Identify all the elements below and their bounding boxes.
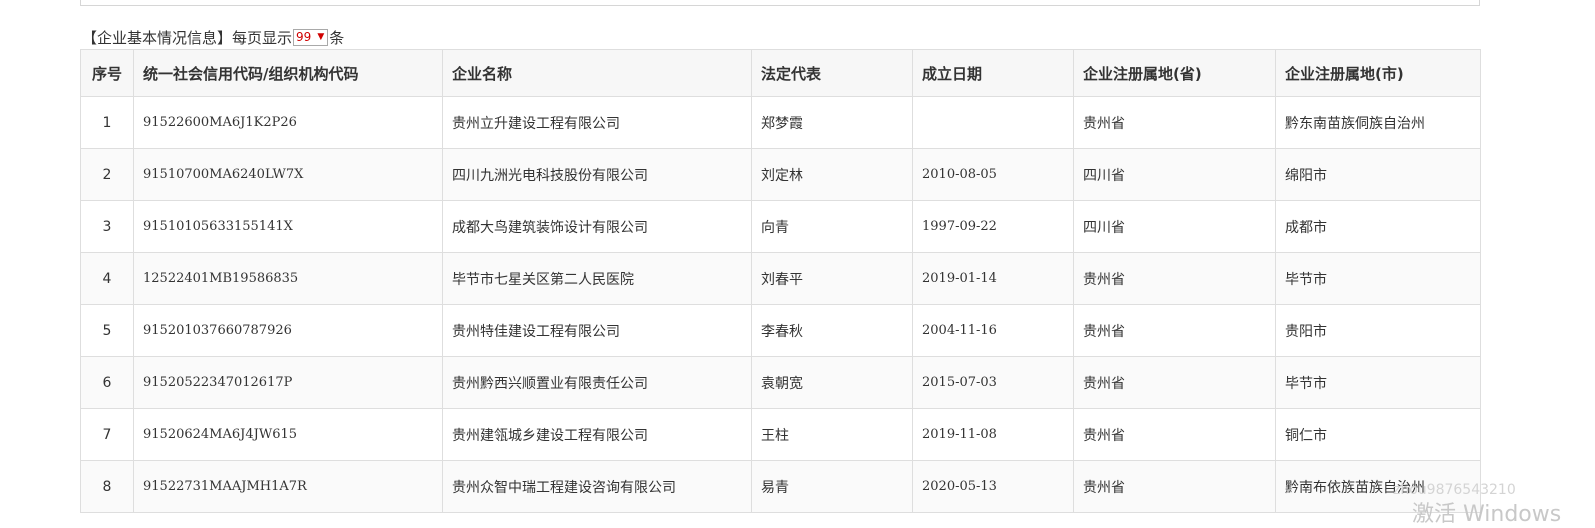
table-row: 8 91522731MAAJMH1A7R 贵州众智中瑞工程建设咨询有限公司 易青… <box>80 460 1481 513</box>
cell-province: 贵州省 <box>1073 356 1276 409</box>
cell-index: 1 <box>80 96 134 149</box>
cell-company-name: 毕节市七星关区第二人民医院 <box>442 252 752 305</box>
cell-province: 贵州省 <box>1073 96 1276 149</box>
per-page-value: 99 <box>296 30 312 44</box>
cell-credit-code: 91520522347012617P <box>133 356 443 409</box>
table-row: 1 91522600MA6J1K2P26 贵州立升建设工程有限公司 郑梦霞 贵州… <box>80 96 1481 149</box>
cell-province: 贵州省 <box>1073 304 1276 357</box>
cell-city: 毕节市 <box>1275 252 1481 305</box>
table-row: 5 915201037660787926 贵州特佳建设工程有限公司 李春秋 20… <box>80 304 1481 357</box>
cell-founded-date: 1997-09-22 <box>912 200 1074 253</box>
cell-province: 四川省 <box>1073 148 1276 201</box>
per-page-select[interactable]: 99 ▼ <box>293 28 329 46</box>
cell-credit-code: 12522401MB19586835 <box>133 252 443 305</box>
cell-legal-rep: 王柱 <box>751 408 913 461</box>
cell-legal-rep: 郑梦霞 <box>751 96 913 149</box>
cell-city: 贵阳市 <box>1275 304 1481 357</box>
cell-legal-rep: 刘春平 <box>751 252 913 305</box>
per-page-suffix: 条 <box>329 28 345 47</box>
cell-index: 5 <box>80 304 134 357</box>
cell-founded-date: 2015-07-03 <box>912 356 1074 409</box>
cell-founded-date: 2004-11-16 <box>912 304 1074 357</box>
cell-legal-rep: 袁朝宽 <box>751 356 913 409</box>
cell-company-name: 贵州建瓴城乡建设工程有限公司 <box>442 408 752 461</box>
table-row: 7 91520624MA6J4JW615 贵州建瓴城乡建设工程有限公司 王柱 2… <box>80 408 1481 461</box>
cell-credit-code: 91522731MAAJMH1A7R <box>133 460 443 513</box>
cell-founded-date: 2019-01-14 <box>912 252 1074 305</box>
cell-credit-code: 91520624MA6J4JW615 <box>133 408 443 461</box>
table-header-row: 序号 统一社会信用代码/组织机构代码 企业名称 法定代表 成立日期 企业注册属地… <box>80 49 1481 97</box>
top-panel-border <box>80 0 1480 6</box>
table-row: 2 91510700MA6240LW7X 四川九洲光电科技股份有限公司 刘定林 … <box>80 148 1481 201</box>
cell-province: 贵州省 <box>1073 408 1276 461</box>
header-credit-code: 统一社会信用代码/组织机构代码 <box>133 49 443 97</box>
table-row: 4 12522401MB19586835 毕节市七星关区第二人民医院 刘春平 2… <box>80 252 1481 305</box>
cell-city: 黔南布依族苗族自治州 <box>1275 460 1481 513</box>
table-row: 6 91520522347012617P 贵州黔西兴顺置业有限责任公司 袁朝宽 … <box>80 356 1481 409</box>
cell-index: 7 <box>80 408 134 461</box>
header-founded-date: 成立日期 <box>912 49 1074 97</box>
cell-city: 成都市 <box>1275 200 1481 253</box>
dropdown-arrow-icon: ▼ <box>317 32 325 42</box>
cell-city: 黔东南苗族侗族自治州 <box>1275 96 1481 149</box>
cell-company-name: 贵州特佳建设工程有限公司 <box>442 304 752 357</box>
cell-legal-rep: 向青 <box>751 200 913 253</box>
cell-legal-rep: 易青 <box>751 460 913 513</box>
cell-city: 毕节市 <box>1275 356 1481 409</box>
caption-title: 【企业基本情况信息】 <box>82 28 233 47</box>
cell-index: 2 <box>80 148 134 201</box>
cell-founded-date: 2020-05-13 <box>912 460 1074 513</box>
cell-founded-date: 2019-11-08 <box>912 408 1074 461</box>
table-row: 3 91510105633155141X 成都大鸟建筑装饰设计有限公司 向青 1… <box>80 200 1481 253</box>
cell-founded-date: 2010-08-05 <box>912 148 1074 201</box>
cell-credit-code: 915201037660787926 <box>133 304 443 357</box>
cell-company-name: 贵州立升建设工程有限公司 <box>442 96 752 149</box>
cell-credit-code: 91510105633155141X <box>133 200 443 253</box>
cell-index: 3 <box>80 200 134 253</box>
per-page-prefix: 每页显示 <box>232 28 293 47</box>
header-province: 企业注册属地(省) <box>1073 49 1276 97</box>
cell-province: 贵州省 <box>1073 460 1276 513</box>
cell-company-name: 四川九洲光电科技股份有限公司 <box>442 148 752 201</box>
cell-credit-code: 91510700MA6240LW7X <box>133 148 443 201</box>
cell-credit-code: 91522600MA6J1K2P26 <box>133 96 443 149</box>
cell-company-name: 成都大鸟建筑装饰设计有限公司 <box>442 200 752 253</box>
cell-index: 6 <box>80 356 134 409</box>
cell-city: 绵阳市 <box>1275 148 1481 201</box>
cell-company-name: 贵州黔西兴顺置业有限责任公司 <box>442 356 752 409</box>
enterprise-info-table: 序号 统一社会信用代码/组织机构代码 企业名称 法定代表 成立日期 企业注册属地… <box>80 49 1481 513</box>
cell-index: 8 <box>80 460 134 513</box>
cell-legal-rep: 李春秋 <box>751 304 913 357</box>
header-city: 企业注册属地(市) <box>1275 49 1481 97</box>
cell-legal-rep: 刘定林 <box>751 148 913 201</box>
header-index: 序号 <box>80 49 134 97</box>
cell-province: 四川省 <box>1073 200 1276 253</box>
cell-province: 贵州省 <box>1073 252 1276 305</box>
header-company-name: 企业名称 <box>442 49 752 97</box>
cell-founded-date <box>912 96 1074 149</box>
cell-company-name: 贵州众智中瑞工程建设咨询有限公司 <box>442 460 752 513</box>
cell-city: 铜仁市 <box>1275 408 1481 461</box>
header-legal-rep: 法定代表 <box>751 49 913 97</box>
table-caption: 【企业基本情况信息】 每页显示 99 ▼ 条 <box>82 26 344 48</box>
cell-index: 4 <box>80 252 134 305</box>
